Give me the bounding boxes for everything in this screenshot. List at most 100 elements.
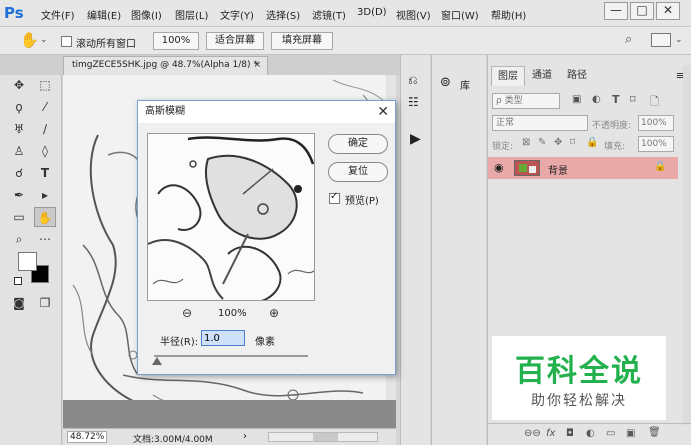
link-layers-icon[interactable]: ⊖⊖ [524,428,541,439]
menu-file[interactable]: 文件(F) [41,7,75,22]
screen-mode-icon[interactable]: ❐ [34,293,56,313]
filter-preview[interactable] [147,133,315,301]
unit-label: 像素 [255,337,275,348]
new-layer-icon[interactable]: ▣ [626,428,635,439]
quick-mask-icon[interactable]: ◙ [8,293,30,313]
layers-scrollbar[interactable] [683,65,691,425]
library-label[interactable]: 库 [460,77,470,92]
tab-layers[interactable]: 图层 [491,66,525,86]
play-action-icon[interactable]: ▶ [410,131,421,147]
preview-checkbox[interactable]: ✓ [329,191,340,204]
layer-filter-kind[interactable]: ρ 类型 [492,93,560,109]
menu-help[interactable]: 帮助(H) [491,7,526,22]
zoom-status[interactable]: 48.72% [67,431,108,443]
menu-filter[interactable]: 滤镜(T) [312,7,346,22]
menu-type[interactable]: 文字(Y) [220,7,254,22]
workspace-icon[interactable] [651,33,671,47]
lock-artboard-icon[interactable]: ⌑ [570,137,575,148]
watermark-subtitle: 助你轻松解决 [531,393,627,409]
lock-all-icon[interactable]: 🔒 [586,137,598,148]
chevron-down-icon[interactable]: ⌄ [675,35,683,45]
layers-footer: ⊖⊖ fx ◘ ◐ ▭ ▣ 🗑 [488,423,691,445]
tab-channels[interactable]: 通道 [526,66,558,86]
path-selection-tool-icon[interactable]: ▸ [34,185,56,205]
close-tab-icon[interactable]: × [253,57,261,74]
visibility-eye-icon[interactable]: ◉ [494,161,504,174]
menu-view[interactable]: 视图(V) [396,7,431,22]
delete-layer-icon[interactable]: 🗑 [648,427,661,438]
stamp-tool-icon[interactable]: ♙ [8,141,30,161]
add-mask-icon[interactable]: ◘ [566,428,574,439]
maximize-button[interactable]: □ [630,2,654,20]
fit-screen-button[interactable]: 适合屏幕 [206,32,264,50]
status-expand-icon[interactable]: › [243,431,247,442]
search-icon[interactable]: ⌕ [625,32,632,47]
eraser-tool-icon[interactable]: ◊ [34,141,56,161]
radius-input[interactable] [201,330,245,346]
move-tool-icon[interactable]: ✥ [8,75,30,95]
menu-window[interactable]: 窗口(W) [441,7,479,22]
document-tab-strip: timgZECE5SHK.jpg @ 48.7%(Alpha 1/8) * × [0,55,400,75]
magic-wand-tool-icon[interactable]: ⁄ [34,97,56,117]
scrollbar-thumb[interactable] [313,433,338,441]
eyedropper-tool-icon[interactable]: ♅ [8,119,30,139]
filter-adjust-icon[interactable]: ◐ [592,94,601,105]
rectangle-tool-icon[interactable]: ▭ [8,207,30,227]
tab-paths[interactable]: 路径 [561,66,593,86]
zoom-in-icon[interactable]: ⊕ [269,306,279,320]
type-tool-icon[interactable]: T [34,163,56,183]
radius-slider-thumb[interactable] [152,357,163,365]
menu-image[interactable]: 图像(I) [131,7,162,22]
hand-tool-icon[interactable]: ✋ [20,31,39,49]
zoom-100-button[interactable]: 100% [153,32,199,50]
filter-type-icon[interactable]: T [612,93,620,106]
options-bar: ✋ ⌄ 滚动所有窗口 100% 适合屏幕 填充屏幕 ⌕ ⌄ [0,27,691,55]
fill-screen-button[interactable]: 填充屏幕 [271,32,333,50]
blend-mode-select[interactable]: 正常 [492,115,588,131]
zoom-out-icon[interactable]: ⊖ [182,306,192,320]
lasso-tool-icon[interactable]: ϙ [8,97,30,117]
lock-pixels-icon[interactable]: ✎ [538,137,546,148]
zoom-tool-icon[interactable]: ⌕ [8,229,30,249]
close-icon[interactable]: ✕ [377,102,389,122]
scroll-all-checkbox[interactable] [61,36,72,47]
menu-edit[interactable]: 编辑(E) [87,7,121,22]
more-tools-icon[interactable]: ⋯ [34,229,56,249]
lock-position-icon[interactable]: ✥ [554,137,562,148]
filter-smart-icon[interactable]: 🗋 [650,93,659,112]
menu-3d[interactable]: 3D(D) [357,7,387,18]
filter-pixel-icon[interactable]: ▣ [572,94,581,105]
pen-tool-icon[interactable]: ✒ [8,185,30,205]
filter-shape-icon[interactable]: ⌑ [630,93,636,106]
chevron-down-icon[interactable]: ⌄ [40,35,48,45]
minimize-button[interactable]: — [604,2,628,20]
opacity-input[interactable]: 100% [638,115,674,131]
history-icon[interactable]: ⎌ [408,73,418,88]
document-tab[interactable]: timgZECE5SHK.jpg @ 48.7%(Alpha 1/8) * × [63,56,268,75]
fx-icon[interactable]: fx [546,428,555,439]
lock-transparent-icon[interactable]: ⊠ [522,137,530,148]
close-window-button[interactable]: ✕ [656,2,680,20]
marquee-tool-icon[interactable]: ⬚ [34,75,56,95]
menu-layer[interactable]: 图层(L) [175,7,208,22]
watermark-title: 百科全说 [515,354,643,389]
hand-tool-icon[interactable]: ✋ [34,207,56,227]
menu-select[interactable]: 选择(S) [266,7,300,22]
foreground-color-swatch[interactable] [18,252,37,271]
dodge-tool-icon[interactable]: ☌ [8,163,30,183]
ok-button[interactable]: 确定 [328,134,388,154]
fill-input[interactable]: 100% [638,136,674,152]
library-icon[interactable]: ⊚ [440,75,451,90]
radius-slider-track[interactable] [154,355,308,357]
layer-name[interactable]: 背景 [548,162,568,177]
brush-tool-icon[interactable]: ∕ [34,119,56,139]
dialog-titlebar[interactable]: 高斯模糊 ✕ [138,101,395,123]
layer-row-background[interactable]: ◉ 背景 🔒 [488,157,678,179]
adjustment-layer-icon[interactable]: ◐ [586,428,595,439]
default-colors-icon[interactable] [14,277,22,285]
properties-icon[interactable]: ☷ [408,95,419,109]
preview-artwork [148,134,314,300]
new-group-icon[interactable]: ▭ [606,428,615,439]
preview-zoom-level: 100% [218,308,247,319]
reset-button[interactable]: 复位 [328,162,388,182]
